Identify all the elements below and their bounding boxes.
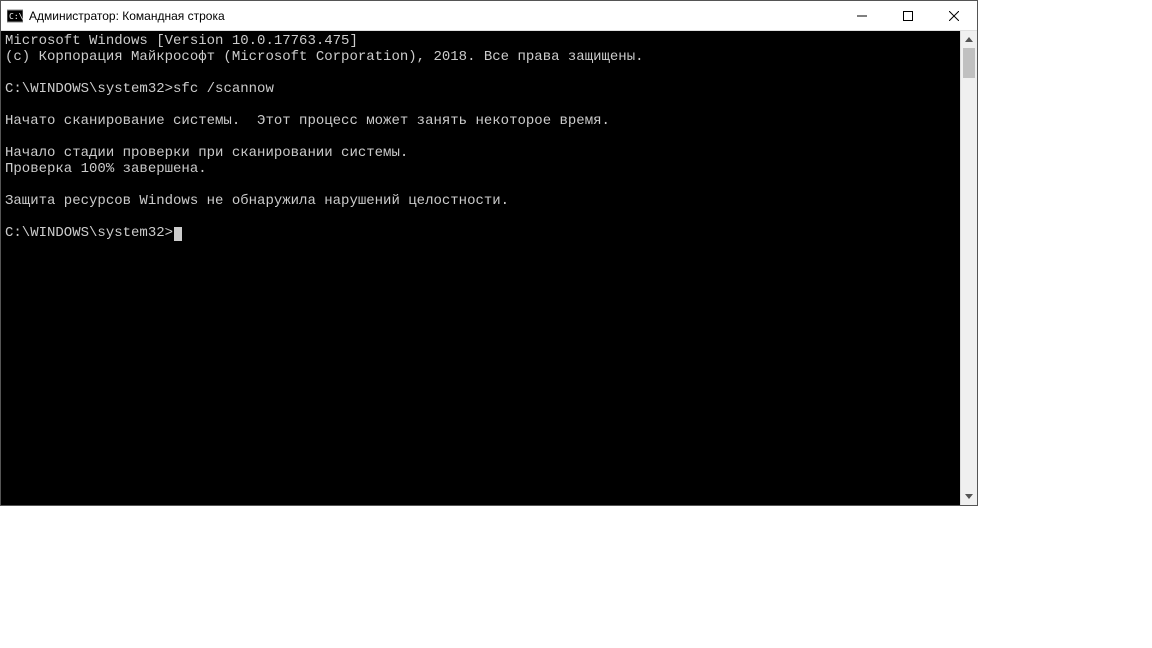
terminal-output[interactable]: Microsoft Windows [Version 10.0.17763.47…: [1, 31, 960, 505]
prompt-path: C:\WINDOWS\system32>: [5, 81, 173, 97]
client-area: Microsoft Windows [Version 10.0.17763.47…: [1, 31, 977, 505]
output-line: Microsoft Windows [Version 10.0.17763.47…: [5, 33, 960, 49]
svg-text:C:\: C:\: [9, 12, 23, 21]
output-line: Проверка 100% завершена.: [5, 161, 960, 177]
output-line: (c) Корпорация Майкрософт (Microsoft Cor…: [5, 49, 960, 65]
prompt-path: C:\WINDOWS\system32>: [5, 225, 173, 241]
titlebar[interactable]: C:\ Администратор: Командная строка: [1, 1, 977, 31]
scrollbar-thumb[interactable]: [963, 48, 975, 78]
output-line: [5, 97, 960, 113]
output-line: Начато сканирование системы. Этот процес…: [5, 113, 960, 129]
output-line: Защита ресурсов Windows не обнаружила на…: [5, 193, 960, 209]
output-line: [5, 65, 960, 81]
output-line: [5, 209, 960, 225]
output-line: [5, 129, 960, 145]
prompt-line: C:\WINDOWS\system32>: [5, 225, 960, 241]
vertical-scrollbar[interactable]: [960, 31, 977, 505]
window-title: Администратор: Командная строка: [29, 9, 839, 23]
cmd-icon: C:\: [7, 8, 23, 24]
output-line: [5, 177, 960, 193]
prompt-line: C:\WINDOWS\system32>sfc /scannow: [5, 81, 960, 97]
output-line: Начало стадии проверки при сканировании …: [5, 145, 960, 161]
scroll-down-button[interactable]: [961, 488, 977, 505]
cursor: [174, 227, 182, 241]
window-controls: [839, 1, 977, 30]
minimize-button[interactable]: [839, 1, 885, 30]
scroll-up-button[interactable]: [961, 31, 977, 48]
maximize-button[interactable]: [885, 1, 931, 30]
close-button[interactable]: [931, 1, 977, 30]
scrollbar-track[interactable]: [961, 48, 977, 488]
cmd-window: C:\ Администратор: Командная строка Micr…: [0, 0, 978, 506]
prompt-command: sfc /scannow: [173, 81, 274, 97]
